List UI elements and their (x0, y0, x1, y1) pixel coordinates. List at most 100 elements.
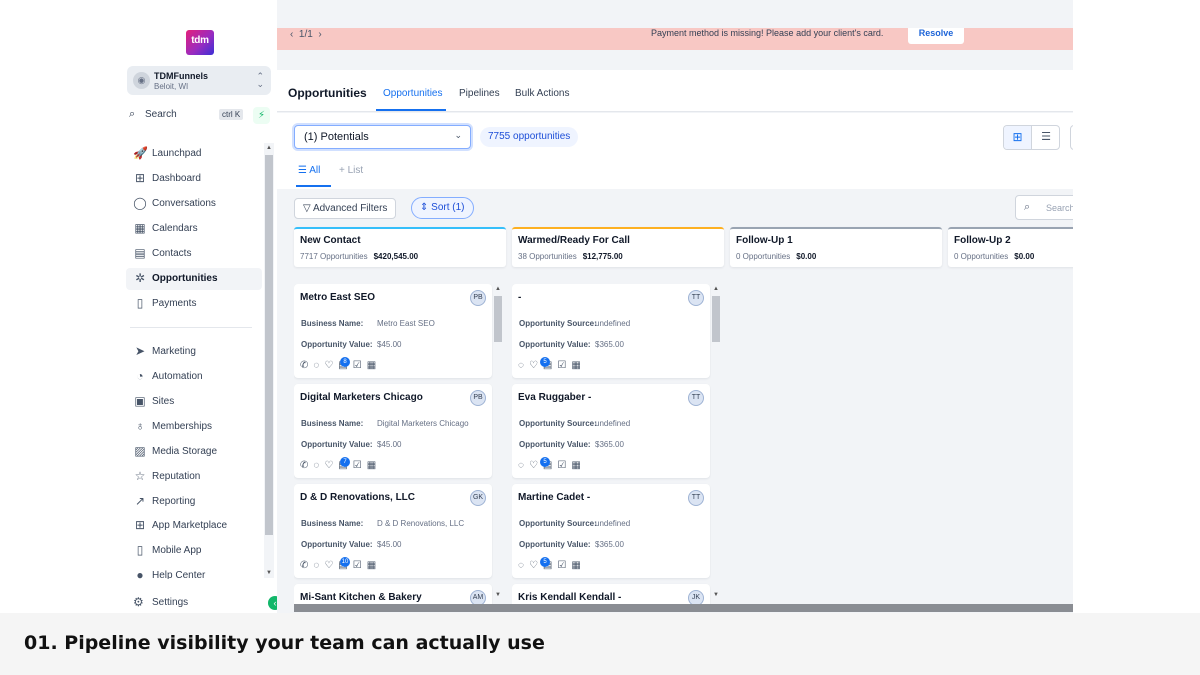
sidebar-item-reporting[interactable]: ↗ Reporting (126, 491, 262, 513)
card-field-value: $45.00 (377, 440, 402, 449)
sidebar-item-automation[interactable]: ◔ Automation (126, 366, 262, 388)
view-tab-all[interactable]: ☰ All (298, 165, 320, 176)
sidebar-item-memberships[interactable]: ♁ Memberships (126, 416, 262, 438)
sidebar-item-dashboard[interactable]: ⊞ Dashboard (126, 168, 262, 190)
view-tab-add-list[interactable]: + List (339, 165, 363, 176)
card-title: Kris Kendall Kendall - (518, 592, 622, 603)
board-horizontal-scrollbar[interactable] (294, 604, 1073, 612)
card-field: Opportunity Value: $365.00 (519, 340, 624, 349)
stage-column-warmed: - TT Opportunity Source:undefined Opport… (512, 284, 724, 604)
stage-header-new-contact: New Contact 7717 Opportunities $420,545.0… (294, 227, 506, 267)
column-scroll-thumb[interactable] (494, 296, 502, 342)
avatar: JK (688, 590, 704, 604)
opportunity-card[interactable]: Mi-Sant Kitchen & Bakery AM (294, 584, 492, 604)
opportunities-toolbar: (1) Potentials ⌄ 7755 opportunities ⊞ ☰ … (277, 113, 1073, 189)
active-tab-indicator (376, 109, 446, 111)
sidebar-scrollbar[interactable]: ▲ ▼ (264, 143, 274, 578)
card-field: Opportunity Value: $45.00 (301, 340, 401, 349)
app-window: tdm ◉ TDMFunnels Beloit, WI ⌃ ⌄ ⌕ Search … (0, 0, 1200, 613)
account-location: Beloit, WI (154, 82, 189, 91)
tag-count-badge: 5 (540, 557, 550, 567)
main-content: ‹ 1/1 › Payment method is missing! Pleas… (277, 0, 1073, 613)
scroll-up-icon: ▲ (266, 145, 272, 151)
sidebar-item-payments[interactable]: ▯ Payments (126, 293, 262, 315)
banner-pagination[interactable]: ‹ 1/1 › (290, 29, 322, 40)
sort-button[interactable]: ⇕ Sort (1) (411, 197, 474, 219)
opportunity-card[interactable]: - TT Opportunity Source:undefined Opport… (512, 284, 710, 378)
column-scrollbar[interactable]: ▲ ▼ (711, 284, 721, 606)
scroll-down-icon: ▼ (266, 570, 272, 576)
sidebar-item-opportunities[interactable]: ✲ Opportunities (126, 268, 262, 290)
opportunity-card[interactable]: Martine Cadet - TT Opportunity Source:un… (512, 484, 710, 578)
sidebar-item-sites[interactable]: ▣ Sites (126, 391, 262, 413)
sidebar-item-settings[interactable]: ⚙ Settings (126, 591, 276, 613)
card-title: Mi-Sant Kitchen & Bakery (300, 592, 422, 603)
pipeline-select[interactable]: (1) Potentials ⌄ (294, 125, 471, 149)
card-action-icons[interactable]: ◌♡▤☑▦ (518, 360, 586, 371)
stage-value: $0.00 (796, 252, 817, 261)
card-field-label: Business Name: (301, 419, 364, 428)
sidebar-search[interactable]: ⌕ Search ctrl K (127, 106, 247, 124)
card-action-icons[interactable]: ◌♡▤☑▦ (518, 460, 586, 471)
account-switcher[interactable]: ◉ TDMFunnels Beloit, WI ⌃ ⌄ (127, 66, 271, 95)
stage-value: $12,775.00 (582, 252, 623, 261)
apps-icon: ⊞ (134, 518, 146, 532)
advanced-filters-button[interactable]: ▽ Advanced Filters (294, 198, 397, 219)
opportunity-card[interactable]: Digital Marketers Chicago PB Business Na… (294, 384, 492, 478)
card-field-label: Opportunity Value: (301, 340, 373, 349)
card-action-icons[interactable]: ◌♡▤☑▦ (518, 560, 586, 571)
sidebar-item-calendars[interactable]: ▦ Calendars (126, 218, 262, 240)
opportunity-card[interactable]: Kris Kendall Kendall - JK (512, 584, 710, 604)
opportunity-card[interactable]: D & D Renovations, LLC GK Business Name:… (294, 484, 492, 578)
chat-icon: ◯ (133, 196, 147, 210)
card-title: Martine Cadet - (518, 492, 591, 503)
stage-summary: 0 Opportunities $0.00 (736, 252, 816, 261)
sidebar-item-marketing[interactable]: ➤ Marketing (126, 341, 262, 363)
stage-header-follow-up-1: Follow-Up 1 0 Opportunities $0.00 (730, 227, 942, 267)
sidebar-item-reputation[interactable]: ☆ Reputation (126, 466, 262, 488)
calendar-icon: ▦ (134, 221, 146, 235)
sidebar-item-media-storage[interactable]: ▨ Media Storage (126, 441, 262, 463)
view-toggle: ⊞ ☰ (1003, 125, 1060, 150)
opportunity-search-input[interactable]: ⌕ Search (1015, 195, 1073, 220)
sidebar-item-conversations[interactable]: ◯ Conversations (126, 193, 262, 215)
card-field-label: Opportunity Value: (301, 540, 373, 549)
scroll-down-icon: ▼ (713, 592, 719, 598)
search-placeholder: Search (1046, 203, 1073, 213)
contacts-icon: ▤ (134, 246, 146, 260)
gear-icon: ⚙ (133, 595, 144, 609)
page-header: Opportunities Opportunities Pipelines Bu… (277, 70, 1073, 112)
banner-page-count: 1/1 (298, 29, 313, 40)
opportunity-card[interactable]: Metro East SEO PB Business Name: Metro Ea… (294, 284, 492, 378)
tab-opportunities[interactable]: Opportunities (383, 88, 442, 99)
card-field-label: Business Name: (301, 319, 364, 328)
board-view-icon[interactable]: ⊞ (1004, 126, 1032, 149)
quick-action-bolt-icon[interactable]: ⚡ (253, 107, 270, 124)
resolve-button[interactable]: Resolve (908, 28, 964, 44)
tab-pipelines[interactable]: Pipelines (459, 88, 500, 99)
stage-summary: 7717 Opportunities $420,545.00 (300, 252, 418, 261)
sidebar-item-label: Reputation (152, 471, 201, 482)
avatar: TT (688, 290, 704, 306)
column-scroll-thumb[interactable] (712, 296, 720, 342)
sidebar-item-label: Launchpad (152, 148, 202, 159)
chevron-up-down-icon: ⌃ ⌄ (256, 71, 264, 89)
sidebar-item-mobile-app[interactable]: ▯ Mobile App (126, 540, 262, 562)
star-icon: ☆ (134, 469, 146, 483)
sidebar-scroll-thumb[interactable] (265, 155, 273, 535)
sidebar-item-launchpad[interactable]: 🚀 Launchpad (126, 143, 262, 165)
tab-bulk-actions[interactable]: Bulk Actions (515, 88, 569, 99)
sidebar-item-help-center[interactable]: ● Help Center (126, 565, 262, 579)
column-scrollbar[interactable]: ▲ ▼ (493, 284, 503, 606)
sidebar-item-label: Media Storage (152, 446, 218, 457)
opportunity-card[interactable]: Eva Ruggaber - TT Opportunity Source:und… (512, 384, 710, 478)
view-tab-list-label: List (347, 165, 364, 176)
more-options-button[interactable] (1070, 125, 1073, 150)
sidebar-item-contacts[interactable]: ▤ Contacts (126, 243, 262, 265)
card-field-value: $365.00 (595, 440, 624, 449)
avatar: TT (688, 490, 704, 506)
list-view-icon[interactable]: ☰ (1032, 126, 1060, 149)
card-field-value: $365.00 (595, 340, 624, 349)
sidebar-item-label: Reporting (152, 496, 196, 507)
sidebar-item-app-marketplace[interactable]: ⊞ App Marketplace (126, 515, 262, 537)
